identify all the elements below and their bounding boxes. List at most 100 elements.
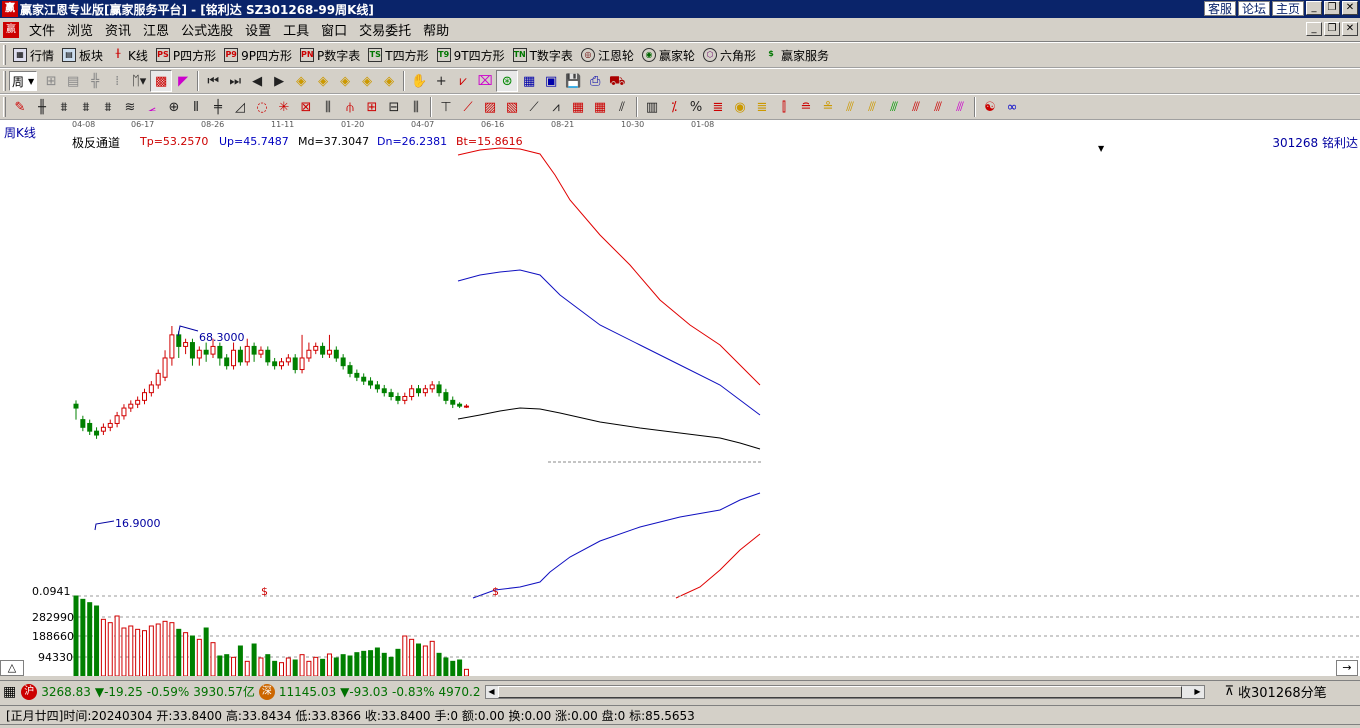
winner-service-button[interactable]: $ 赢家服务 bbox=[760, 44, 833, 66]
calendar-icon[interactable]: ▦ bbox=[0, 684, 19, 700]
scroll-thumb[interactable] bbox=[497, 685, 1182, 698]
ruler-icon[interactable]: ⊟ bbox=[383, 96, 405, 118]
percent-icon[interactable]: % bbox=[685, 96, 707, 118]
time-zone-icon[interactable]: ⫼ bbox=[317, 96, 339, 118]
crosshair-icon[interactable]: + bbox=[430, 70, 452, 92]
last-icon[interactable]: ⏭ bbox=[224, 70, 246, 92]
fib-icon[interactable]: ≣ bbox=[707, 96, 729, 118]
sectors-button[interactable]: ▤ 板块 bbox=[58, 44, 107, 66]
vline-icon[interactable]: ⊤ bbox=[435, 96, 457, 118]
menu-window[interactable]: 窗口 bbox=[315, 20, 353, 39]
t-number-table-button[interactable]: TN T数字表 bbox=[509, 44, 577, 66]
fan-down-icon[interactable]: ⩩ bbox=[75, 96, 97, 118]
scroll-up-icon[interactable]: △ bbox=[0, 660, 24, 676]
save-icon[interactable]: 💾 bbox=[562, 70, 584, 92]
overlay-icon[interactable]: ⊞ bbox=[40, 70, 62, 92]
parallel-icon[interactable]: ⫽ bbox=[611, 96, 633, 118]
speed-line-icon[interactable]: ≘ bbox=[795, 96, 817, 118]
coin-icon[interactable]: ◉ bbox=[729, 96, 751, 118]
menu-help[interactable]: 帮助 bbox=[417, 20, 455, 39]
levels-icon[interactable]: ≣ bbox=[751, 96, 773, 118]
trade-ticks-label[interactable]: 收301268分笔 bbox=[1236, 682, 1329, 701]
scroll-right-icon[interactable]: → bbox=[1336, 660, 1358, 676]
zoom-out-icon[interactable]: ◈ bbox=[312, 70, 334, 92]
p-number-table-button[interactable]: PN P数字表 bbox=[296, 44, 364, 66]
circle-grid-icon[interactable]: ⊕ bbox=[163, 96, 185, 118]
shift-right-icon[interactable]: ◈ bbox=[356, 70, 378, 92]
rectangle-icon[interactable]: ▨ bbox=[479, 96, 501, 118]
print-icon[interactable]: ⎙ bbox=[584, 70, 606, 92]
trend-icon[interactable]: ⩗ bbox=[452, 70, 474, 92]
angle-icon[interactable]: ⦟ bbox=[141, 96, 163, 118]
cursor-icon[interactable]: ᛖ▾ bbox=[128, 70, 150, 92]
time-grid-icon[interactable]: ╪ bbox=[207, 96, 229, 118]
chart-area[interactable]: 周K线 04-08 06-17 08-26 11-11 01-20 04-07 … bbox=[0, 120, 1360, 676]
zoom-in-icon[interactable]: ◈ bbox=[290, 70, 312, 92]
calendar-icon[interactable]: ▦ bbox=[518, 70, 540, 92]
infinity-icon[interactable]: ∞ bbox=[1001, 96, 1023, 118]
9t-square-button[interactable]: T9 9T四方形 bbox=[433, 44, 509, 66]
menu-formula-screener[interactable]: 公式选股 bbox=[175, 20, 239, 39]
zigzag-icon[interactable]: ⩘ bbox=[545, 96, 567, 118]
menu-file[interactable]: 文件 bbox=[23, 20, 61, 39]
menu-logo-icon[interactable]: 赢 bbox=[3, 21, 19, 38]
dots-icon[interactable]: ⁞ bbox=[106, 70, 128, 92]
forum-link[interactable]: 论坛 bbox=[1237, 1, 1270, 16]
grid-small-icon[interactable]: ▦ bbox=[567, 96, 589, 118]
close-icon[interactable]: ✕ bbox=[1342, 1, 1358, 15]
arc-icon[interactable]: ◿ bbox=[229, 96, 251, 118]
menu-news[interactable]: 资讯 bbox=[99, 20, 137, 39]
angle-fan-icon[interactable]: ⫻ bbox=[839, 96, 861, 118]
fork-icon[interactable]: ⫛ bbox=[339, 96, 361, 118]
quotes-button[interactable]: ▦ 行情 bbox=[9, 44, 58, 66]
document-icon[interactable]: ▤ bbox=[62, 70, 84, 92]
customer-service-link[interactable]: 客服 bbox=[1203, 1, 1236, 16]
status-scrollbar[interactable]: ◀ ▶ bbox=[484, 684, 1205, 699]
cycle-icon[interactable]: ⫼ bbox=[405, 96, 427, 118]
stair3-icon[interactable]: ⫻ bbox=[949, 96, 971, 118]
gann-fan2-icon[interactable]: ⫻ bbox=[883, 96, 905, 118]
fan-left-icon[interactable]: ⩩ bbox=[97, 96, 119, 118]
box-icon[interactable]: ⊞ bbox=[361, 96, 383, 118]
square-grid-icon[interactable]: ⊠ bbox=[295, 96, 317, 118]
back-icon[interactable]: ◀ bbox=[246, 70, 268, 92]
period-select[interactable]: 周 ▼ bbox=[9, 71, 38, 91]
link-icon[interactable]: ⊛ bbox=[496, 70, 519, 92]
fan-up-icon[interactable]: ⩩ bbox=[53, 96, 75, 118]
indicator-icon[interactable]: ▩ bbox=[150, 70, 173, 92]
menu-trade[interactable]: 交易委托 bbox=[353, 20, 417, 39]
trade-ticks-icon[interactable]: ⊼ bbox=[1223, 684, 1237, 699]
bars-icon[interactable]: ▥ bbox=[641, 96, 663, 118]
gold-icon[interactable]: ≗ bbox=[817, 96, 839, 118]
ratio-icon[interactable]: ⫿ bbox=[773, 96, 795, 118]
center-icon[interactable]: ◈ bbox=[378, 70, 400, 92]
grid-large-icon[interactable]: ▦ bbox=[589, 96, 611, 118]
winner-wheel-button[interactable]: ◉ 赢家轮 bbox=[638, 44, 699, 66]
t-square-button[interactable]: TS T四方形 bbox=[364, 44, 432, 66]
scroll-left-icon[interactable]: ◀ bbox=[486, 686, 498, 698]
first-icon[interactable]: ⏮ bbox=[202, 70, 224, 92]
menu-settings[interactable]: 设置 bbox=[239, 20, 277, 39]
fan-red-icon[interactable]: ⟋ bbox=[457, 96, 479, 118]
gann-fan-icon[interactable]: ⫻ bbox=[861, 96, 883, 118]
shift-left-icon[interactable]: ◈ bbox=[334, 70, 356, 92]
pen-icon[interactable]: ✎ bbox=[9, 96, 31, 118]
hand-icon[interactable]: ✋ bbox=[408, 70, 430, 92]
hexagon-button[interactable]: ⬡ 六角形 bbox=[699, 44, 760, 66]
yinyang-icon[interactable]: ☯ bbox=[979, 96, 1001, 118]
percent-line-icon[interactable]: ⁒ bbox=[663, 96, 685, 118]
channel-icon[interactable]: ▧ bbox=[501, 96, 523, 118]
wave-icon[interactable]: ≋ bbox=[119, 96, 141, 118]
menu-gann[interactable]: 江恩 bbox=[137, 20, 175, 39]
calculator-icon[interactable]: ▣ bbox=[540, 70, 562, 92]
p-square-button[interactable]: PS P四方形 bbox=[152, 44, 220, 66]
spiral-icon[interactable]: ◌ bbox=[251, 96, 273, 118]
mdi-minimize-icon[interactable]: _ bbox=[1306, 22, 1322, 36]
minimize-icon[interactable]: _ bbox=[1306, 1, 1322, 15]
home-link[interactable]: 主页 bbox=[1271, 1, 1304, 16]
truck-icon[interactable]: ⛟ bbox=[606, 70, 628, 92]
gann-wheel-button[interactable]: ◎ 江恩轮 bbox=[577, 44, 638, 66]
flag-icon[interactable]: ◤ bbox=[172, 70, 194, 92]
cycle-lines-icon[interactable]: ⦀ bbox=[185, 96, 207, 118]
gann-grid-icon[interactable]: ╫ bbox=[31, 96, 53, 118]
